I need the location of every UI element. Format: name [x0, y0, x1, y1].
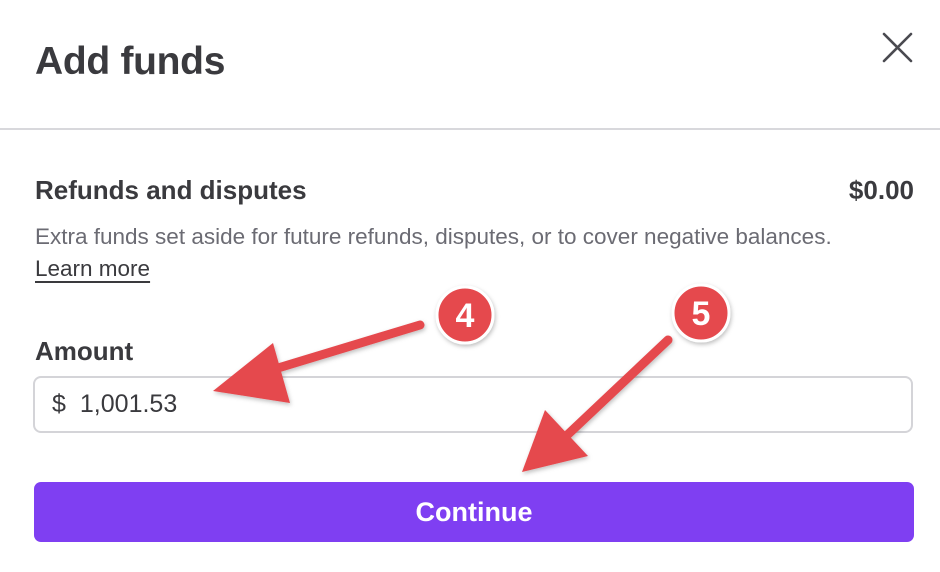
step-number-5: 5	[692, 295, 711, 333]
currency-symbol: $	[52, 390, 66, 418]
reserve-description-text: Extra funds set aside for future refunds…	[35, 224, 832, 249]
add-funds-modal: Add funds Refunds and disputes $0.00 Ext…	[0, 0, 940, 572]
reserve-title: Refunds and disputes	[35, 175, 307, 205]
learn-more-link[interactable]: Learn more	[35, 256, 150, 281]
amount-label: Amount	[35, 336, 134, 366]
amount-input[interactable]	[79, 390, 780, 419]
reserve-description: Extra funds set aside for future refunds…	[35, 221, 855, 285]
step-badge-4: 4	[435, 285, 495, 345]
modal-title: Add funds	[35, 40, 226, 83]
step-badge-5: 5	[671, 283, 731, 343]
amount-field[interactable]: $	[33, 376, 913, 433]
modal-header: Add funds	[0, 0, 940, 130]
close-button[interactable]	[877, 27, 919, 69]
reserve-amount: $0.00	[848, 175, 914, 205]
close-icon	[882, 32, 913, 63]
continue-button[interactable]: Continue	[34, 482, 914, 542]
step-number-4: 4	[456, 297, 475, 335]
